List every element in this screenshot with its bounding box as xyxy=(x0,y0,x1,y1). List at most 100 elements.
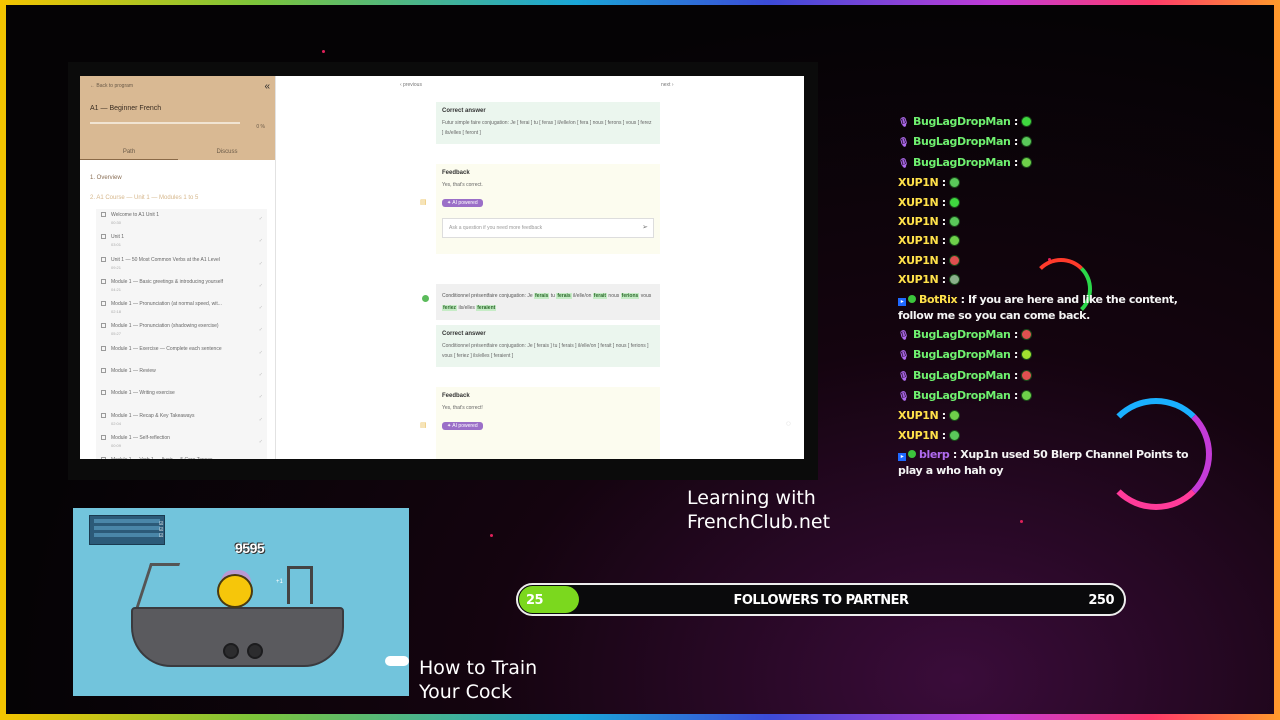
lesson-duration: 02:04 xyxy=(111,420,122,426)
chat-username[interactable]: BugLagDropMan xyxy=(913,115,1011,128)
collapse-sidebar-icon[interactable]: « xyxy=(264,81,270,92)
course-page: ← Back to program « A1 — Beginner French… xyxy=(80,76,804,459)
chat-username[interactable]: XUP1N xyxy=(898,215,939,228)
chat-username[interactable]: BugLagDropMan xyxy=(913,328,1011,341)
lesson-item[interactable]: Module 1 — Pronunciation (at normal spee… xyxy=(96,298,267,320)
chat-colon: : xyxy=(1010,155,1022,169)
weight-rack xyxy=(287,566,313,604)
chat-emote-icon xyxy=(1021,116,1033,127)
check-icon: ✓ xyxy=(258,416,263,423)
learning-line1: Learning with xyxy=(687,487,816,509)
chat-username[interactable]: BugLagDropMan xyxy=(913,135,1011,148)
verified-badge-icon xyxy=(908,294,916,303)
lesson-duration: 03:01 xyxy=(111,242,122,248)
lesson-item[interactable]: Unit 1 — 50 Most Common Verbs at the A1 … xyxy=(96,254,267,276)
lesson-duration: 00:09 xyxy=(111,442,122,448)
chat-emote-icon xyxy=(1021,390,1033,402)
input-placeholder: Ask a question if you need more feedback xyxy=(449,225,543,231)
lesson-item[interactable]: Module 1 — Review ✓ xyxy=(96,365,267,387)
chat-username[interactable]: BugLagDropMan xyxy=(913,348,1011,361)
chat-colon: : xyxy=(938,234,950,248)
lesson-title: Module 1 — Pronunciation (shadowing exer… xyxy=(111,323,219,330)
card-heading: Feedback xyxy=(442,170,470,176)
lesson-item[interactable]: Module 1 — Basic greetings & introducing… xyxy=(96,276,267,298)
feedback-question-input[interactable]: Ask a question if you need more feedback… xyxy=(442,218,654,238)
chat-colon: : xyxy=(938,428,950,442)
game-line2: Your Cock xyxy=(419,681,512,703)
card-text: Yes, that's correct! xyxy=(442,405,483,411)
chat-username[interactable]: XUP1N xyxy=(898,234,939,247)
previous-link[interactable]: ‹ previous xyxy=(400,82,422,88)
chat-username[interactable]: XUP1N xyxy=(898,196,939,209)
chat-colon: : xyxy=(938,214,950,228)
chat-username[interactable]: XUP1N xyxy=(898,254,939,267)
feedback-icon: ▤ xyxy=(420,422,427,429)
chat-message: 🎙 BugLagDropMan : xyxy=(898,327,1208,344)
chat-username[interactable]: BotRix xyxy=(919,293,958,306)
chat-message: ▸ blerp : Xup1n used 50 Blerp Channel Poi… xyxy=(898,447,1208,479)
chat-username[interactable]: BugLagDropMan xyxy=(913,389,1011,402)
check-icon: ✓ xyxy=(258,305,263,312)
lesson-item[interactable]: Module 1 — Pronunciation (shadowing exer… xyxy=(96,320,267,342)
check-icon: ✓ xyxy=(258,438,263,445)
chat-username[interactable]: BugLagDropMan xyxy=(913,156,1011,169)
chat-username[interactable]: XUP1N xyxy=(898,429,939,442)
tab-discuss[interactable]: Discuss xyxy=(178,146,276,160)
chat-message: XUP1N : xyxy=(898,408,1208,424)
chat-emote-icon xyxy=(949,410,961,422)
mic-badge-icon: 🎙 xyxy=(898,118,910,128)
chat-colon: : xyxy=(1010,115,1022,128)
send-icon[interactable]: ➢ xyxy=(642,223,648,231)
back-to-program-link[interactable]: ← Back to program xyxy=(90,83,265,89)
lesson-icon xyxy=(101,434,106,440)
lesson-title: Module 1 — Verb 1 — Avoir — 5 Core Tense… xyxy=(111,457,253,459)
chat-username[interactable]: XUP1N xyxy=(898,409,939,422)
lesson-title: Unit 1 — 50 Most Common Verbs at the A1 … xyxy=(111,256,220,263)
check-icon: ✓ xyxy=(258,260,263,267)
chat-message: 🎙 BugLagDropMan : xyxy=(898,347,1208,364)
lesson-item[interactable]: Unit 1 03:01 ✓ xyxy=(96,231,267,253)
learning-caption: Learning with FrenchClub.net xyxy=(687,486,830,534)
chat-colon: : xyxy=(938,253,950,267)
chat-username[interactable]: blerp xyxy=(919,448,950,461)
lesson-icon xyxy=(101,368,106,374)
lesson-icon xyxy=(101,412,106,418)
chat-emote-icon xyxy=(1021,369,1033,381)
lesson-item[interactable]: Module 1 — Exercise — Complete each sent… xyxy=(96,343,267,365)
game-line1: How to Train xyxy=(419,657,538,679)
check-icon: ✓ xyxy=(258,349,263,356)
duck-character xyxy=(217,574,253,608)
lesson-item[interactable]: Module 1 — Verb 1 — Avoir — 5 Core Tense… xyxy=(96,454,267,459)
chat-colon: : xyxy=(1010,389,1022,403)
next-link[interactable]: next › xyxy=(661,82,674,88)
chat-bubble-icon[interactable]: ◌ xyxy=(786,419,791,428)
lesson-title: Module 1 — Review xyxy=(111,368,156,375)
check-icon: ✓ xyxy=(258,216,263,222)
chat-username[interactable]: XUP1N xyxy=(898,273,939,286)
hud-checkboxes: ☑ ☑ ☑ xyxy=(159,521,164,539)
browser-capture: ← Back to program « A1 — Beginner French… xyxy=(68,62,818,480)
chat-message: ▸ BotRix : If you are here and like the c… xyxy=(898,292,1208,324)
ai-powered-badge: ✦ AI powered xyxy=(442,199,483,207)
lesson-item[interactable]: Module 1 — Writing exercise ✓ xyxy=(96,387,267,409)
check-icon: ✓ xyxy=(258,282,263,289)
followers-goal-label: FOLLOWERS TO PARTNER xyxy=(733,593,909,608)
chat-colon: : xyxy=(1010,327,1022,341)
bot-badge-icon: ▸ xyxy=(898,297,906,306)
lesson-item[interactable]: Module 1 — Self-reflection 00:09 ✓ xyxy=(96,432,267,454)
game-score: 9595 xyxy=(235,540,265,556)
tab-path[interactable]: Path xyxy=(80,146,178,160)
chat-username[interactable]: BugLagDropMan xyxy=(913,369,1011,382)
chat-message: XUP1N : xyxy=(898,233,1208,249)
lesson-item[interactable]: Welcome to A1 Unit 1 00:30 ✓ xyxy=(96,209,267,231)
lesson-title: Module 1 — Exercise — Complete each sent… xyxy=(111,345,222,352)
chat-emote-icon xyxy=(949,215,961,227)
card-text: Futur simple faire conjugation: Je [ fer… xyxy=(442,120,652,136)
section-unit[interactable]: 2. A1 Course — Unit 1 — Modules 1 to 5 xyxy=(80,195,275,201)
lesson-item[interactable]: Module 1 — Recap & Key Takeaways 02:04 ✓ xyxy=(96,410,267,432)
chat-username[interactable]: XUP1N xyxy=(898,176,939,189)
learning-line2: FrenchClub.net xyxy=(687,511,831,533)
chat-emote-icon xyxy=(1021,328,1033,340)
section-overview[interactable]: 1. Overview xyxy=(80,175,275,181)
card-text: Yes, that's correct. xyxy=(442,182,483,188)
